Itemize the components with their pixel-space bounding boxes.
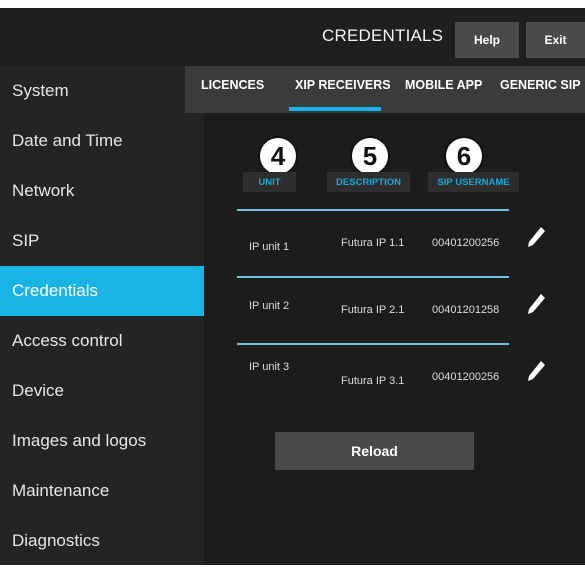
column-header-description: DESCRIPTION: [327, 172, 410, 192]
tab-xip-receivers[interactable]: XIP RECEIVERS: [295, 78, 391, 92]
sidebar-item-system[interactable]: System: [0, 66, 204, 116]
callout-6: 6: [444, 136, 484, 176]
cell-unit: IP unit 3: [249, 361, 290, 373]
exit-button[interactable]: Exit: [526, 22, 585, 58]
tab-mobile-app[interactable]: MOBILE APP: [405, 78, 482, 92]
table-row: IP unit 3 Futura IP 3.1 00401200256: [237, 349, 545, 401]
sidebar-item-diagnostics[interactable]: Diagnostics: [0, 516, 204, 566]
cell-sip-username: 00401200256: [432, 371, 500, 383]
reload-button[interactable]: Reload: [275, 432, 474, 470]
edit-pencil-icon[interactable]: [525, 225, 547, 251]
cell-description: Futura IP 3.1: [341, 375, 405, 387]
cell-description: Futura IP 1.1: [341, 237, 405, 249]
sidebar-item-credentials[interactable]: Credentials: [0, 266, 204, 316]
row-divider: [237, 276, 509, 278]
sidebar: System Date and Time Network SIP Credent…: [0, 66, 204, 565]
sidebar-item-network[interactable]: Network: [0, 166, 204, 216]
active-tab-indicator: [289, 107, 381, 111]
row-divider: [237, 209, 509, 211]
column-header-sip-username: SIP USERNAME: [428, 172, 519, 192]
tabs-bar: LICENCES XIP RECEIVERS MOBILE APP GENERI…: [185, 66, 585, 113]
sidebar-item-device[interactable]: Device: [0, 366, 204, 416]
cell-unit: IP unit 1: [249, 241, 290, 253]
sidebar-item-access-control[interactable]: Access control: [0, 316, 204, 366]
cell-description: Futura IP 2.1: [341, 304, 405, 316]
table-row: IP unit 1 Futura IP 1.1 00401200256: [237, 215, 545, 267]
sidebar-item-date-and-time[interactable]: Date and Time: [0, 116, 204, 166]
edit-pencil-icon[interactable]: [525, 292, 547, 318]
edit-pencil-icon[interactable]: [525, 359, 547, 385]
page-title: CREDENTIALS: [322, 26, 444, 45]
sidebar-item-images-and-logos[interactable]: Images and logos: [0, 416, 204, 466]
column-header-unit: UNIT: [243, 172, 296, 192]
cell-unit: IP unit 2: [249, 300, 290, 312]
table-row: IP unit 2 Futura IP 2.1 00401201258: [237, 282, 545, 334]
row-divider: [237, 343, 509, 345]
top-bar: CREDENTIALS Help Exit: [0, 8, 585, 62]
callout-4: 4: [258, 136, 298, 176]
sidebar-item-maintenance[interactable]: Maintenance: [0, 466, 204, 516]
sidebar-item-sip[interactable]: SIP: [0, 216, 204, 266]
tab-licences[interactable]: LICENCES: [201, 78, 264, 92]
cell-sip-username: 00401200256: [432, 237, 500, 249]
help-button[interactable]: Help: [455, 22, 519, 58]
callout-5: 5: [350, 136, 390, 176]
tab-generic-sip[interactable]: GENERIC SIP: [500, 78, 581, 92]
cell-sip-username: 00401201258: [432, 304, 500, 316]
